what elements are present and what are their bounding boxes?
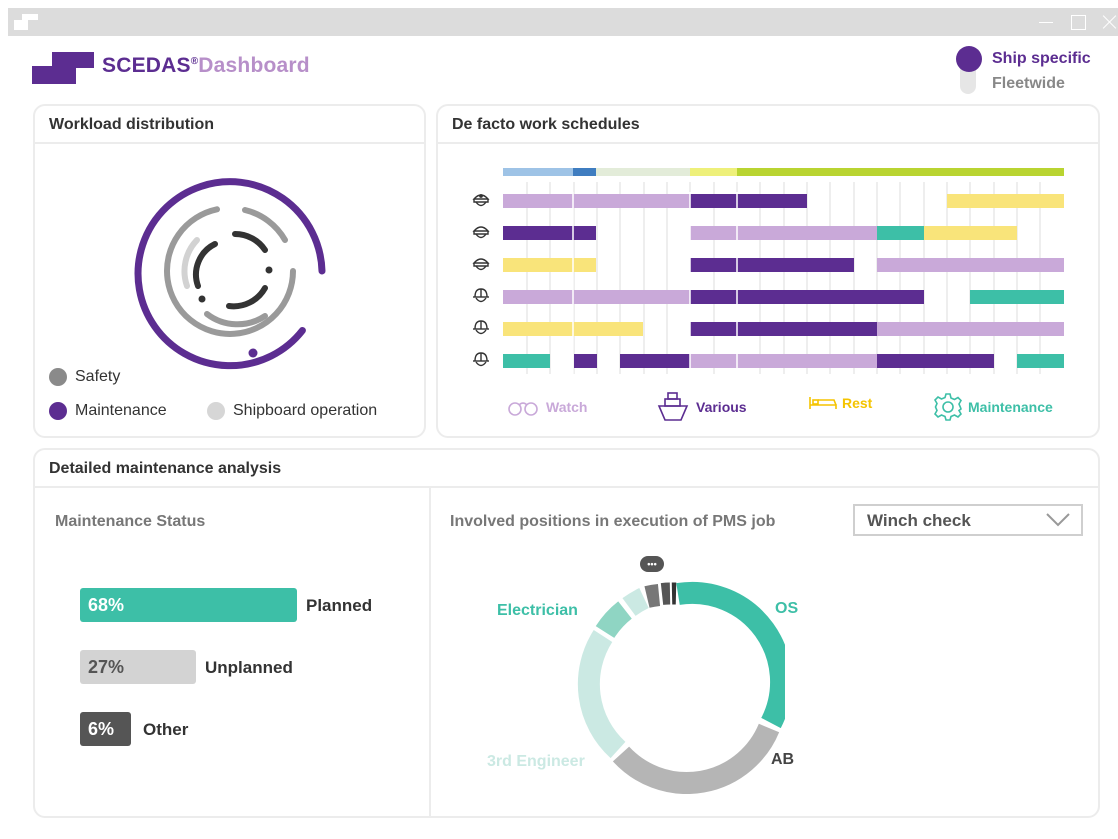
bed-icon bbox=[809, 397, 837, 409]
workload-radial-chart bbox=[134, 178, 326, 370]
status-bar-planned: 68% bbox=[80, 588, 297, 622]
hard-hat-icon-3 bbox=[473, 352, 489, 367]
status-other-pct: 6% bbox=[88, 719, 115, 739]
binoculars-icon bbox=[508, 402, 538, 416]
scope-ship-specific-option[interactable]: Ship specific bbox=[992, 50, 1091, 68]
app-header: SCEDAS®Dashboard Ship specific Fleetwide bbox=[30, 44, 1110, 104]
work-schedule-chart bbox=[472, 168, 1064, 374]
workload-card-header: Workload distribution bbox=[35, 106, 424, 144]
hard-hat-icon-2 bbox=[473, 320, 489, 335]
donut-segment-small-3 bbox=[660, 582, 671, 605]
close-button[interactable] bbox=[1102, 14, 1118, 30]
positions-title: Involved positions in execution of PMS j… bbox=[450, 513, 776, 530]
officer-cap-icon-2 bbox=[472, 258, 490, 271]
analysis-divider bbox=[429, 488, 431, 816]
scedas-logo-icon bbox=[32, 52, 94, 84]
app-logo-icon bbox=[14, 14, 38, 30]
more-positions-button[interactable]: ••• bbox=[640, 556, 664, 572]
donut-segment-electrician bbox=[595, 601, 633, 639]
schedule-row-5 bbox=[503, 322, 1064, 336]
workload-card: Workload distribution Safety Maintenance… bbox=[33, 104, 426, 438]
schedule-row-1 bbox=[503, 194, 1064, 208]
toggle-knob[interactable] bbox=[956, 46, 982, 72]
hard-hat-icon-1 bbox=[473, 288, 489, 303]
analysis-card: Detailed maintenance analysis Maintenanc… bbox=[33, 448, 1100, 818]
gear-icon bbox=[934, 393, 962, 421]
maintenance-dot-icon bbox=[49, 402, 67, 420]
status-unplanned-pct: 27% bbox=[88, 657, 125, 677]
donut-segment-3rd-engineer bbox=[577, 630, 626, 759]
status-other-label: Other bbox=[143, 720, 189, 739]
status-planned-pct: 68% bbox=[88, 595, 125, 615]
minimize-button[interactable] bbox=[1038, 14, 1054, 30]
scope-toggle[interactable] bbox=[956, 46, 996, 98]
status-bar-other: 6% bbox=[80, 712, 131, 746]
positions-donut-chart bbox=[577, 581, 785, 794]
workload-title: Workload distribution bbox=[49, 116, 215, 133]
schedule-row-3 bbox=[503, 258, 1064, 272]
donut-segment-small-2 bbox=[644, 584, 661, 608]
time-of-day-strip bbox=[503, 168, 1064, 176]
analysis-card-header: Detailed maintenance analysis bbox=[35, 450, 1098, 488]
position-label-3rd-engineer: 3rd Engineer bbox=[487, 753, 585, 770]
ship-icon bbox=[657, 392, 689, 421]
analysis-title: Detailed maintenance analysis bbox=[49, 460, 282, 477]
maintenance-status-title: Maintenance Status bbox=[55, 513, 206, 530]
schedules-card-header: De facto work schedules bbox=[438, 106, 1098, 144]
maintenance-arc-inner-2 bbox=[232, 230, 268, 253]
officer-cap-icon-1 bbox=[472, 226, 490, 239]
donut-segment-small-1 bbox=[622, 588, 649, 616]
position-label-ab: AB bbox=[771, 751, 795, 768]
schedule-row-6 bbox=[503, 354, 1064, 368]
chevron-down-icon bbox=[1046, 513, 1070, 527]
donut-segment-ab bbox=[612, 723, 780, 794]
safety-arc-3 bbox=[204, 311, 268, 328]
schedule-row-4 bbox=[503, 290, 1064, 304]
schedules-card: De facto work schedules Watch Various Re… bbox=[436, 104, 1100, 438]
scope-fleetwide-option[interactable]: Fleetwide bbox=[992, 75, 1065, 93]
maintenance-arc-inner-1 bbox=[193, 241, 218, 289]
pms-job-selected-value: Winch check bbox=[867, 511, 971, 530]
shipboard-operation-dot-icon bbox=[207, 402, 225, 420]
status-unplanned-label: Unplanned bbox=[205, 658, 293, 677]
app-title: SCEDAS®Dashboard bbox=[102, 54, 310, 77]
safety-dot-icon bbox=[49, 368, 67, 386]
position-label-os: OS bbox=[775, 600, 799, 617]
maintenance-arc-inner-3 bbox=[226, 285, 268, 310]
pms-job-select[interactable]: Winch check bbox=[853, 504, 1083, 536]
schedules-title: De facto work schedules bbox=[452, 116, 640, 133]
donut-segment-os bbox=[676, 581, 785, 729]
inner-dot-1 bbox=[265, 266, 273, 274]
maintenance-arc-end-dot bbox=[248, 348, 258, 358]
inner-dot-2 bbox=[198, 295, 206, 303]
status-planned-label: Planned bbox=[306, 596, 373, 615]
status-bar-unplanned: 27% bbox=[80, 650, 196, 684]
captain-cap-icon bbox=[472, 194, 490, 207]
position-label-electrician: Electrician bbox=[497, 602, 578, 619]
schedule-row-2 bbox=[503, 226, 1017, 240]
maximize-button[interactable] bbox=[1070, 14, 1086, 30]
window-titlebar bbox=[8, 8, 1118, 36]
